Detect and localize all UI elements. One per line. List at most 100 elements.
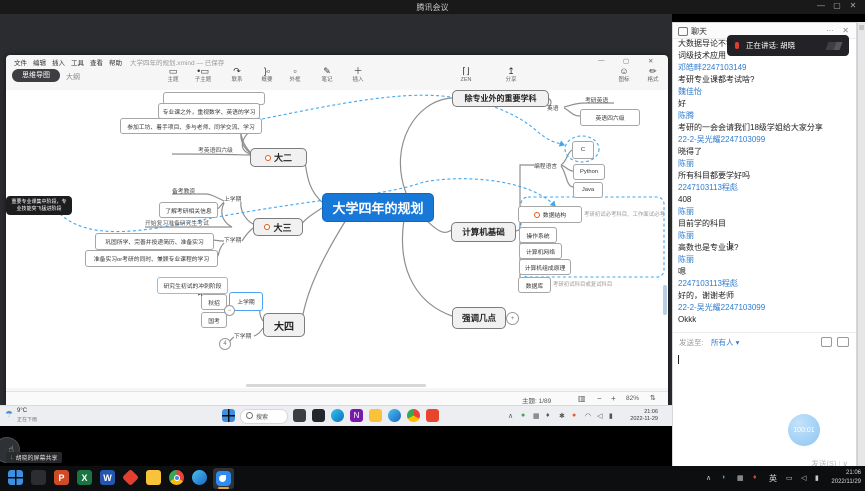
share-banner[interactable]: ↓ 胡晓的屏幕共享 (6, 452, 62, 463)
powerpoint-icon[interactable]: P (54, 470, 69, 485)
tray-display-icon[interactable]: ▭ (786, 474, 793, 482)
node-data-structure[interactable]: 数据结构 (518, 206, 582, 223)
chrome-icon[interactable] (169, 470, 184, 485)
tool-boundary[interactable]: ▫外框 (283, 66, 307, 84)
edge-icon[interactable] (192, 470, 207, 485)
ime-indicator[interactable]: 英 (769, 473, 777, 484)
chat-input[interactable] (673, 349, 856, 455)
zoom-stepper[interactable]: ⇅ (650, 394, 656, 402)
node-autumn-recruit[interactable]: 秋招 (201, 294, 227, 310)
node-english[interactable]: 英语 (547, 103, 559, 112)
viewer-clock-date[interactable]: 2022/11/29 (821, 479, 861, 485)
tray-volume-icon[interactable]: ◁ (801, 474, 806, 482)
tray-keyboard-icon[interactable]: ▦ (737, 474, 744, 482)
screenshot-icon[interactable] (821, 337, 832, 347)
mindmap-canvas[interactable]: 大学四年的规划 大二 大三 大四 重要专业课集中阶段，专业技能突飞猛进阶段 专业… (6, 90, 668, 388)
tray-expand-icon[interactable]: ∧ (706, 474, 711, 482)
chat-message-list[interactable]: 大数据导论不需 词级技术应用 邓皓畔2247103149 考研专业课都考试啥? … (678, 38, 852, 326)
zoom-in-button[interactable]: + (611, 394, 616, 403)
tool-summary[interactable]: }▫概要 (255, 66, 279, 84)
app-icon-edge-round[interactable] (331, 409, 344, 422)
search-box[interactable]: 搜索 (240, 409, 288, 424)
node-os[interactable]: 操作系统 (519, 227, 557, 243)
node-other-subjects[interactable]: 除专业外的重要学科 (452, 90, 549, 107)
tool-share[interactable]: ↥分享 (499, 66, 523, 84)
node-start-review[interactable]: 开始复习准备研究生考试 (145, 218, 209, 227)
start-button[interactable] (222, 409, 235, 422)
zoom-level[interactable]: 82% (626, 395, 639, 402)
node-teach-cert[interactable]: 备考教资 (172, 186, 195, 195)
node-intern-or-kaoyan[interactable]: 准备实习or考研的同时、兼顾专业课程的学习 (85, 250, 218, 267)
onenote-icon[interactable]: N (350, 409, 363, 422)
node-comp-org[interactable]: 计算机组成原理 (519, 259, 571, 275)
node-workshop[interactable]: 参加工坊、着手项目、多与老师、同学交流、学习 (120, 118, 262, 134)
start-button[interactable] (8, 470, 23, 485)
word-icon[interactable]: W (100, 470, 115, 485)
tool-relationship[interactable]: ↷联系 (225, 66, 249, 84)
tool-topic[interactable]: ▭主题 (161, 66, 185, 84)
meeting-minimize-button[interactable]: — (814, 1, 828, 10)
node-da3[interactable]: 大三 (253, 218, 303, 236)
app-icon-dark[interactable] (31, 470, 46, 485)
tray-battery-icon[interactable]: ▮ (609, 412, 613, 420)
node-kaoyan-english[interactable]: 考研英语 (585, 95, 608, 104)
node-cet[interactable]: 英语四六级 (580, 109, 640, 126)
node-network[interactable]: 计算机网络 (519, 243, 562, 259)
tool-marker[interactable]: ☺图标 (612, 66, 636, 84)
canvas-horizontal-scrollbar[interactable] (246, 384, 426, 387)
tray-app-icon[interactable]: ◑ (721, 474, 725, 481)
node-national-exam[interactable]: 国考 (201, 312, 227, 328)
tray-expand-icon[interactable]: ∧ (508, 412, 513, 420)
diamond-app-icon[interactable] (122, 469, 139, 486)
node-central-topic[interactable]: 大学四年的规划 (322, 193, 434, 222)
meeting-app-active[interactable] (213, 468, 234, 489)
node-besides-major[interactable]: 专业课之外，重视数学、英语的学习 (158, 103, 260, 119)
tray-keyboard-icon[interactable]: ▦ (533, 412, 540, 420)
chat-more-button[interactable]: ··· (826, 26, 834, 35)
tray-mic-icon[interactable]: ♦ (546, 412, 550, 419)
tray-battery-icon[interactable]: ▮ (815, 474, 819, 482)
tool-zen[interactable]: ⌈⌋ZEN (454, 66, 478, 84)
node-emphasize[interactable]: 强调几点 (452, 307, 506, 329)
xmind-maximize-button[interactable]: ▢ (623, 57, 629, 65)
node-da3-sem2[interactable]: 下学期 (224, 235, 241, 244)
node-prog-lang[interactable]: 编程语言 (534, 161, 557, 170)
tray-volume-icon[interactable]: ◁ (597, 412, 602, 420)
weather-icon[interactable]: ☂ (5, 409, 13, 420)
zoom-out-button[interactable]: − (597, 394, 602, 403)
folder-icon[interactable] (369, 409, 382, 422)
audience-dropdown[interactable]: 所有人 ▾ (711, 337, 739, 348)
canvas-vertical-scrollbar[interactable] (663, 285, 667, 315)
node-c[interactable]: C (572, 141, 594, 159)
tray-settings-icon[interactable]: ✱ (559, 412, 565, 420)
tool-format[interactable]: ✏格式 (641, 66, 665, 84)
node-da4[interactable]: 大四 (263, 313, 305, 337)
node-database[interactable]: 数据库 (518, 277, 551, 293)
tool-insert[interactable]: ＋插入 (346, 66, 370, 84)
node-cet46[interactable]: 考英语四六级 (198, 145, 233, 154)
node-java[interactable]: Java (573, 182, 603, 198)
meeting-maximize-button[interactable]: ▢ (830, 1, 844, 10)
node-python[interactable]: Python (573, 164, 605, 180)
node-kaoyan-info[interactable]: 了解考研相关信息 (159, 202, 218, 218)
excel-icon[interactable]: X (77, 470, 92, 485)
collapse-toggle[interactable]: − (224, 305, 235, 316)
chrome-icon[interactable] (407, 409, 420, 422)
xmind-close-button[interactable]: ✕ (648, 57, 653, 65)
node-resume[interactable]: 巩固所学、完善并投递简历、准备实习 (95, 233, 214, 250)
panel-edge-strip[interactable] (857, 22, 865, 477)
tool-note[interactable]: ✎笔记 (315, 66, 339, 84)
image-icon[interactable] (837, 337, 849, 347)
tray-green-icon[interactable]: ● (521, 412, 525, 419)
tool-subtopic[interactable]: •▭子主题 (191, 66, 215, 84)
app-icon-red[interactable] (426, 409, 439, 422)
viewer-clock-time[interactable]: 21:06 (831, 470, 861, 476)
node-cs-basics[interactable]: 计算机基础 (451, 222, 516, 242)
callout-note[interactable]: 重要专业课集中阶段，专业技能突飞猛进阶段 (6, 196, 72, 215)
tray-wifi-icon[interactable]: ◠ (585, 412, 591, 420)
collapse-toggle[interactable]: + (506, 312, 519, 325)
node-da3-sem1[interactable]: 上学期 (224, 194, 241, 203)
tray-mic-icon[interactable]: ♦ (753, 474, 757, 481)
app-icon-dark[interactable] (312, 409, 325, 422)
folder-icon[interactable] (146, 470, 161, 485)
